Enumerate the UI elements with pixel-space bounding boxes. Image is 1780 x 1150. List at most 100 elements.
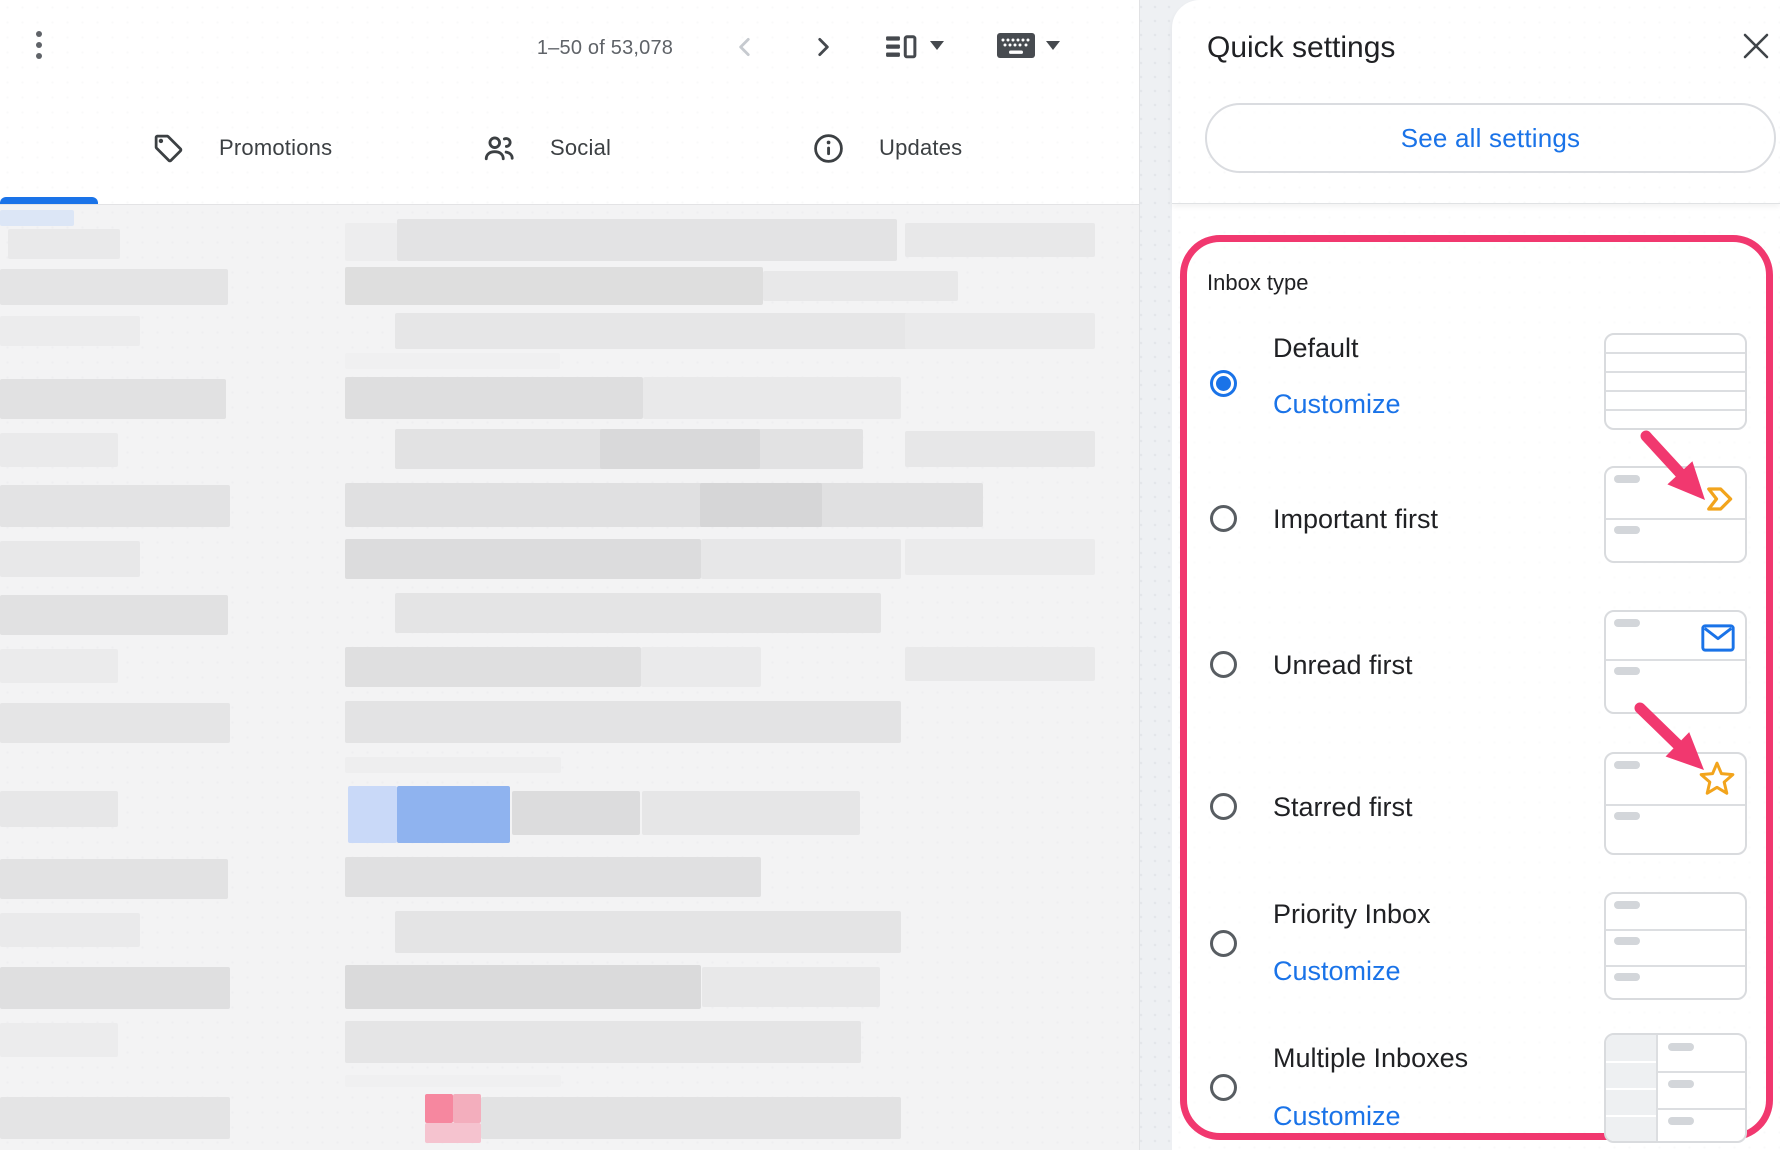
blurred-email-row-block	[0, 316, 140, 346]
blurred-email-row-block	[345, 223, 397, 261]
blurred-email-row-block	[345, 1075, 561, 1087]
option-label-important-first[interactable]: Important first	[1273, 503, 1438, 535]
customize-link-multiple-inboxes[interactable]: Customize	[1273, 1100, 1401, 1132]
customize-link-default[interactable]: Customize	[1273, 388, 1401, 420]
tab-label: Promotions	[219, 135, 332, 161]
unread-mail-icon	[1701, 624, 1735, 652]
tab-updates[interactable]: Updates	[812, 96, 962, 200]
blurred-email-row-block	[425, 1123, 481, 1143]
blurred-email-row-block	[395, 313, 980, 349]
tab-promotions[interactable]: Promotions	[152, 96, 332, 200]
caret-down-icon	[1046, 41, 1060, 50]
blurred-email-row-block	[905, 223, 1095, 257]
blurred-email-row-block	[345, 965, 701, 1009]
see-all-settings-button[interactable]: See all settings	[1205, 103, 1776, 173]
blurred-email-row-block	[0, 541, 140, 577]
blurred-email-row-block	[905, 647, 1095, 681]
split-pane-dropdown[interactable]	[930, 41, 944, 50]
chevron-left-icon	[732, 34, 758, 60]
radio-default[interactable]	[1210, 370, 1237, 397]
blurred-email-row-block	[0, 1097, 230, 1139]
blurred-email-row-block	[453, 1094, 481, 1123]
blurred-email-row-block	[0, 791, 118, 827]
inbox-thumb-important-first	[1604, 466, 1747, 563]
blurred-email-row-block	[395, 911, 901, 953]
blurred-email-row-block	[345, 353, 560, 369]
blurred-email-row-block	[0, 913, 140, 947]
blurred-email-row-block	[905, 539, 1095, 575]
tab-label: Updates	[879, 135, 962, 161]
blurred-email-row-block	[763, 271, 958, 301]
option-label-multiple-inboxes[interactable]: Multiple Inboxes	[1273, 1042, 1468, 1074]
radio-multiple-inboxes[interactable]	[1210, 1074, 1237, 1101]
blurred-email-row-block	[600, 429, 760, 469]
blurred-email-row-block	[345, 377, 643, 419]
older-page-button[interactable]	[808, 32, 838, 62]
blurred-email-row-block	[905, 313, 1095, 349]
radio-unread-first[interactable]	[1210, 651, 1237, 678]
blurred-email-row-block	[0, 703, 230, 743]
radio-starred-first[interactable]	[1210, 793, 1237, 820]
blurred-email-row-block	[643, 377, 901, 419]
keyboard-icon	[997, 33, 1035, 59]
blurred-email-row-block	[905, 431, 1095, 467]
radio-priority-inbox[interactable]	[1210, 930, 1237, 957]
blurred-email-row-block	[395, 593, 881, 633]
people-icon	[482, 131, 516, 165]
importance-marker-icon	[1705, 484, 1735, 514]
blurred-email-row-block	[0, 967, 230, 1009]
blurred-email-row-block	[0, 433, 118, 467]
input-tools-button[interactable]	[996, 31, 1036, 61]
email-list-blurred[interactable]	[0, 204, 1139, 1150]
input-tools-dropdown[interactable]	[1046, 41, 1060, 50]
gmail-screen: 1–50 of 53,078	[0, 0, 1780, 1150]
close-panel-button[interactable]	[1742, 32, 1772, 62]
blurred-email-row-block	[345, 647, 641, 687]
blurred-email-row-block	[701, 539, 901, 579]
caret-down-icon	[930, 41, 944, 50]
info-icon	[812, 132, 845, 165]
blurred-email-row-block	[0, 595, 228, 635]
blurred-email-row-block	[345, 857, 761, 897]
mail-list-pane: 1–50 of 53,078	[0, 0, 1140, 1150]
panel-title: Quick settings	[1207, 31, 1395, 65]
newer-page-button[interactable]	[730, 32, 760, 62]
option-label-unread-first[interactable]: Unread first	[1273, 649, 1413, 681]
blurred-email-row-block	[642, 791, 860, 835]
blurred-email-row-block	[345, 483, 983, 527]
blurred-email-row-block	[0, 1023, 118, 1057]
option-label-priority-inbox[interactable]: Priority Inbox	[1273, 898, 1431, 930]
inbox-thumb-multiple-inboxes	[1604, 1033, 1747, 1143]
tab-label: Social	[550, 135, 611, 161]
blurred-email-row-block	[345, 701, 901, 743]
blurred-email-row-block	[481, 1097, 901, 1139]
inbox-thumb-unread-first	[1604, 610, 1747, 714]
option-label-starred-first[interactable]: Starred first	[1273, 791, 1413, 823]
star-icon	[1698, 760, 1736, 798]
close-icon	[1742, 32, 1770, 60]
option-label-default[interactable]: Default	[1273, 332, 1359, 364]
split-pane-toggle-button[interactable]	[884, 30, 918, 64]
blurred-email-row-block	[702, 967, 880, 1007]
blurred-email-row-block	[345, 267, 763, 305]
inbox-type-heading: Inbox type	[1207, 270, 1309, 296]
blurred-email-row-block	[0, 379, 226, 419]
blurred-email-row-block	[348, 786, 397, 843]
quick-settings-header: Quick settings See all settings	[1172, 0, 1780, 204]
blurred-email-row-block	[641, 647, 761, 687]
active-tab-indicator	[0, 197, 98, 204]
inbox-thumb-starred-first	[1604, 752, 1747, 855]
blurred-email-row-block	[0, 210, 74, 226]
blurred-email-row-block	[425, 1094, 453, 1123]
blurred-email-row-block	[512, 791, 640, 835]
blurred-email-row-block	[0, 269, 228, 305]
customize-link-priority-inbox[interactable]: Customize	[1273, 955, 1401, 987]
radio-important-first[interactable]	[1210, 505, 1237, 532]
blurred-email-row-block	[0, 649, 118, 683]
inbox-thumb-default	[1604, 333, 1747, 430]
quick-settings-panel: Quick settings See all settings Inbox ty…	[1172, 0, 1780, 1150]
more-options-icon[interactable]	[36, 31, 42, 59]
tab-social[interactable]: Social	[482, 96, 611, 200]
blurred-email-row-block	[397, 786, 510, 843]
blurred-email-row-block	[0, 485, 230, 527]
